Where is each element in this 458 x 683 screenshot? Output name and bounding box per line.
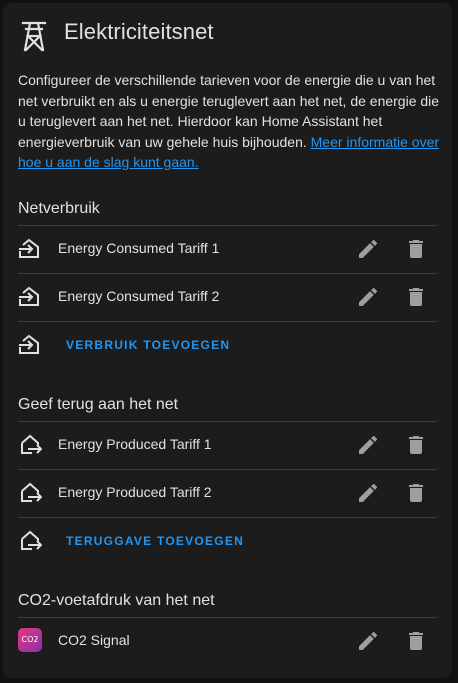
delete-icon[interactable] xyxy=(404,481,428,505)
consumption-section-title: Netverbruik xyxy=(18,200,100,217)
delete-icon[interactable] xyxy=(404,629,428,653)
edit-icon[interactable] xyxy=(356,285,380,309)
add-consumption-button[interactable]: VERBRUIK TOEVOEGEN xyxy=(66,334,230,356)
co2-section-title: CO2-voetafdruk van het net xyxy=(18,592,215,609)
edit-icon[interactable] xyxy=(356,629,380,653)
return-section-title: Geef terug aan het net xyxy=(18,396,179,413)
consumption-label: Energy Consumed Tariff 2 xyxy=(58,288,220,304)
return-row: Energy Produced Tariff 1 xyxy=(18,421,437,469)
delete-icon[interactable] xyxy=(404,285,428,309)
co2-row: CO2 CO2 Signal xyxy=(18,617,437,665)
edit-icon[interactable] xyxy=(356,481,380,505)
page-title: Elektriciteitsnet xyxy=(64,19,214,44)
transmission-tower-export-icon xyxy=(21,434,42,454)
co2-signal-logo: CO2 xyxy=(18,628,42,652)
add-consumption-row: VERBRUIK TOEVOEGEN xyxy=(18,321,437,369)
co2-label: CO2 Signal xyxy=(58,632,130,648)
return-label: Energy Produced Tariff 1 xyxy=(58,436,212,452)
edit-icon[interactable] xyxy=(356,433,380,457)
transmission-tower-import-icon xyxy=(19,238,39,258)
grid-settings-card: Elektriciteitsnet Configureer de verschi… xyxy=(3,3,452,678)
card-header: Elektriciteitsnet xyxy=(3,3,452,63)
edit-icon[interactable] xyxy=(356,237,380,261)
transmission-tower-import-icon xyxy=(19,334,39,354)
return-label: Energy Produced Tariff 2 xyxy=(58,484,212,500)
consumption-row: Energy Consumed Tariff 1 xyxy=(18,225,437,273)
return-row: Energy Produced Tariff 2 xyxy=(18,469,437,517)
delete-icon[interactable] xyxy=(404,237,428,261)
consumption-row: Energy Consumed Tariff 2 xyxy=(18,273,437,321)
transmission-tower-export-icon xyxy=(21,482,42,502)
consumption-label: Energy Consumed Tariff 1 xyxy=(58,240,220,256)
transmission-tower-import-icon xyxy=(19,286,39,306)
add-return-row: TERUGGAVE TOEVOEGEN xyxy=(18,517,437,565)
add-return-button[interactable]: TERUGGAVE TOEVOEGEN xyxy=(66,530,244,552)
description: Configureer de verschillende tarieven vo… xyxy=(18,70,443,173)
transmission-tower-icon xyxy=(21,21,47,52)
transmission-tower-export-icon xyxy=(21,530,42,550)
delete-icon[interactable] xyxy=(404,433,428,457)
